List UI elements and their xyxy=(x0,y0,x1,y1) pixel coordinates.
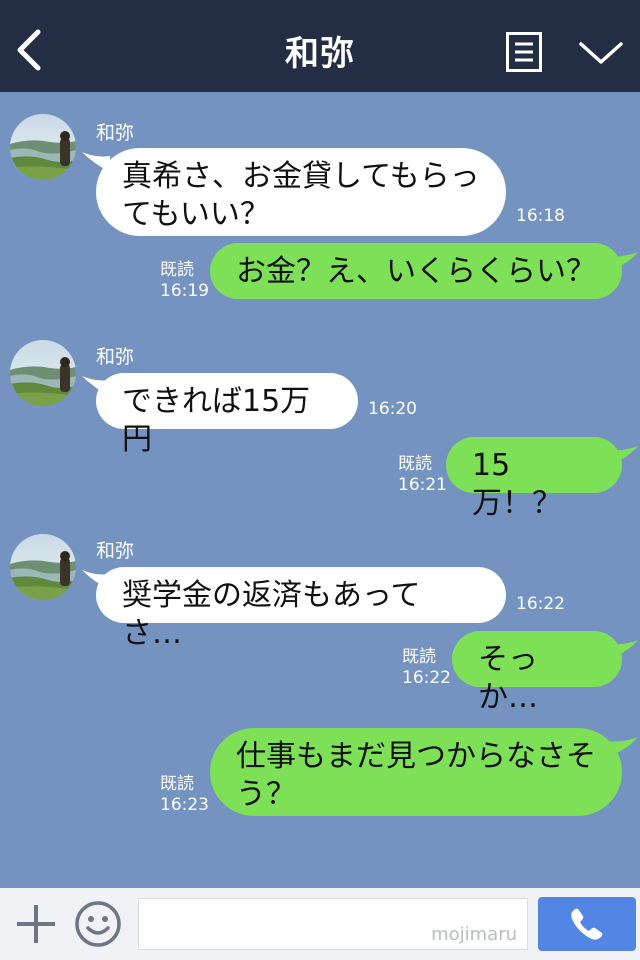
message-composer: mojimaru xyxy=(0,888,640,960)
message-text-line: てもいい？ xyxy=(122,197,270,232)
call-button[interactable] xyxy=(538,897,636,951)
chat-header: 和弥 xyxy=(0,0,640,92)
avatar[interactable] xyxy=(10,534,76,600)
incoming-bubble[interactable]: できれば15万円 xyxy=(96,373,358,457)
message-time: 16:21 xyxy=(398,475,447,495)
outgoing-bubble[interactable]: そっか… xyxy=(452,631,622,715)
message-text: そっか… xyxy=(478,642,538,715)
bubble-tail xyxy=(606,252,638,272)
message-text: お金？え、いくらくらい？ xyxy=(236,254,596,289)
message-text: 奨学金の返済もあってさ… xyxy=(122,578,421,651)
read-label: 既読 xyxy=(402,647,436,667)
smiley-icon[interactable] xyxy=(74,900,122,948)
message-text: 15万！？ xyxy=(472,448,562,521)
avatar[interactable] xyxy=(10,114,76,180)
incoming-bubble[interactable]: 奨学金の返済もあってさ… xyxy=(96,567,506,651)
chevron-down-icon[interactable] xyxy=(578,38,624,68)
message-text: できれば15万円 xyxy=(122,384,311,457)
message-time: 16:23 xyxy=(160,795,209,815)
message-time: 16:22 xyxy=(516,594,565,614)
watermark: mojimaru xyxy=(431,924,517,945)
message-text-line: う？ xyxy=(236,777,296,812)
phone-icon xyxy=(571,908,603,940)
read-status: 既読 16:22 xyxy=(402,647,451,689)
outgoing-bubble[interactable]: 仕事もまだ見つからなさそ う？ xyxy=(210,728,622,816)
sender-name: 和弥 xyxy=(96,540,135,562)
sender-name: 和弥 xyxy=(96,122,135,144)
message-time: 16:19 xyxy=(160,281,209,301)
avatar[interactable] xyxy=(10,340,76,406)
bubble-tail xyxy=(606,640,638,660)
message-input[interactable]: mojimaru xyxy=(138,898,528,950)
message-time: 16:22 xyxy=(402,668,451,688)
read-label: 既読 xyxy=(160,774,194,794)
read-status: 既読 16:19 xyxy=(160,260,209,302)
list-icon[interactable] xyxy=(506,32,542,72)
outgoing-bubble[interactable]: お金？え、いくらくらい？ xyxy=(210,243,622,299)
message-time: 16:18 xyxy=(516,206,565,226)
read-label: 既読 xyxy=(398,454,432,474)
read-status: 既読 16:23 xyxy=(160,774,209,816)
sender-name: 和弥 xyxy=(96,346,135,368)
bubble-tail xyxy=(606,446,638,466)
message-text-line: 真希さ、お金貸してもらっ xyxy=(122,159,480,194)
read-status: 既読 16:21 xyxy=(398,454,447,496)
read-label: 既読 xyxy=(160,260,194,280)
message-text-line: 仕事もまだ見つからなさそ xyxy=(236,739,596,774)
incoming-bubble[interactable]: 真希さ、お金貸してもらっ てもいい？ xyxy=(96,148,506,236)
outgoing-bubble[interactable]: 15万！？ xyxy=(446,437,622,521)
bubble-tail xyxy=(606,737,638,757)
plus-icon[interactable] xyxy=(14,902,58,946)
chat-title: 和弥 xyxy=(285,34,355,74)
message-time: 16:20 xyxy=(368,399,417,419)
